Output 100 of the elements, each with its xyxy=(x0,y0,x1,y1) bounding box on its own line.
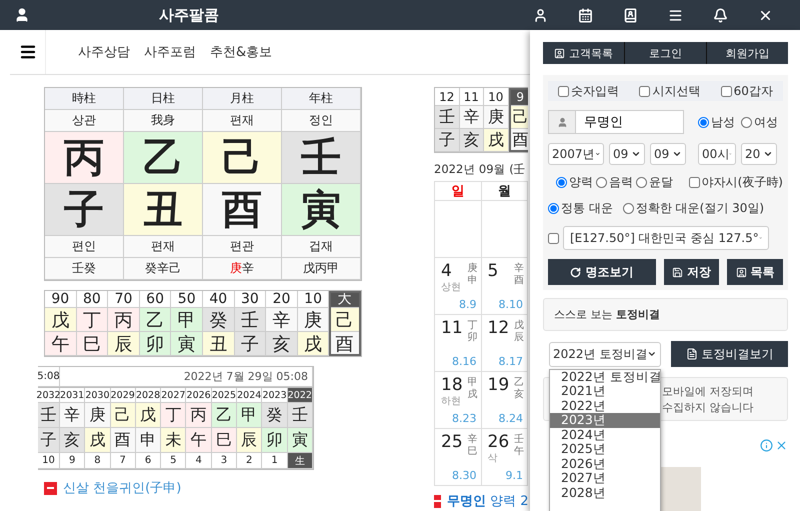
moon-phase: 삭 xyxy=(488,452,498,465)
top-button[interactable]: 고객목록 xyxy=(543,42,624,64)
table-cell: 상관 xyxy=(45,110,124,132)
moon-phase: 상현 xyxy=(441,281,461,294)
checkbox[interactable] xyxy=(639,86,650,96)
checkbox[interactable] xyxy=(548,232,559,244)
day-number[interactable]: 25 xyxy=(441,433,463,451)
collapse-icon[interactable] xyxy=(434,494,441,508)
table-cell: 辛 xyxy=(60,403,86,428)
ganji-text: 乙亥 xyxy=(514,377,524,401)
table-cell: 10 xyxy=(484,88,508,106)
day-number[interactable]: 26 xyxy=(488,433,510,451)
calendar-icon[interactable] xyxy=(578,8,593,22)
table-cell: 80 xyxy=(76,291,108,308)
radio-button[interactable] xyxy=(636,177,647,188)
day-number[interactable]: 12 xyxy=(488,319,510,337)
day-number[interactable]: 5 xyxy=(488,262,498,280)
lunar-date: 9.1 xyxy=(506,469,523,482)
location-select[interactable]: [E127.50°] 대한민국 중심 127.5° xyxy=(563,226,769,250)
nav-link[interactable]: 사주상담 xyxy=(78,43,130,61)
table-cell: 未 xyxy=(161,428,186,453)
date-select[interactable]: 00시 xyxy=(698,143,736,165)
ganji-text: 庚申 xyxy=(468,263,478,287)
radio-button[interactable] xyxy=(596,177,607,188)
menu-icon xyxy=(18,43,36,61)
checkbox-label: 60갑자 xyxy=(734,82,773,100)
action-button[interactable]: 목록 xyxy=(727,259,783,285)
user-icon[interactable] xyxy=(14,7,30,23)
radio-button[interactable] xyxy=(556,177,567,188)
info-icon[interactable] xyxy=(760,439,773,452)
table-cell: 2027 xyxy=(161,388,186,403)
nav-link[interactable]: 추천&홍보 xyxy=(210,43,272,61)
table-cell: 10 xyxy=(38,453,60,469)
nav-link[interactable]: 사주포럼 xyxy=(144,43,196,61)
action-button[interactable]: 저장 xyxy=(664,259,720,285)
table-cell: 5:08 xyxy=(38,367,60,387)
user-icon[interactable] xyxy=(533,8,548,22)
checkbox[interactable] xyxy=(558,86,570,96)
table-cell: 戊 xyxy=(45,308,77,332)
table-cell: 大 xyxy=(329,291,361,308)
table-cell: 辰 xyxy=(237,428,262,453)
table-cell: 己 xyxy=(329,308,361,332)
day-number[interactable]: 4 xyxy=(441,262,452,280)
chevron-down-icon xyxy=(631,149,641,159)
radio-button[interactable] xyxy=(698,116,709,128)
radio-button[interactable] xyxy=(548,203,559,214)
menu-icon[interactable] xyxy=(668,8,683,22)
day-number[interactable]: 11 xyxy=(441,319,463,337)
name-field[interactable]: 무명인 xyxy=(575,110,684,134)
table-cell: 60 xyxy=(140,291,172,308)
collapse-icon[interactable] xyxy=(44,482,57,494)
checkbox[interactable] xyxy=(720,86,732,96)
table-cell: 庚辛 xyxy=(203,258,282,280)
checkbox[interactable] xyxy=(688,177,700,188)
dropdown-option[interactable]: 2022년 xyxy=(550,398,660,413)
table-cell: 甲 xyxy=(237,403,262,428)
dropdown-option[interactable]: 2021년 xyxy=(550,384,660,398)
column-header: 年柱 xyxy=(282,88,361,110)
day-number[interactable]: 18 xyxy=(441,376,463,394)
dropdown-option[interactable]: 2028년 xyxy=(550,486,660,500)
weekday-header: 월 xyxy=(482,182,528,201)
moon-phase: 하현 xyxy=(441,395,461,408)
table-cell: 酉 xyxy=(508,129,528,152)
table-cell: 2032 xyxy=(38,388,60,403)
dropdown-option[interactable]: 2025년 xyxy=(550,442,660,456)
table-cell: 戌 xyxy=(85,428,111,453)
table-cell: 子 xyxy=(435,129,460,152)
top-button[interactable]: 회원가입 xyxy=(707,42,788,64)
date-select[interactable]: 2007년 xyxy=(548,143,604,165)
table-cell: 甲 xyxy=(171,308,203,332)
table-cell: 子 xyxy=(234,332,266,356)
site-title: 사주팔콤 xyxy=(158,6,220,24)
dropdown-option[interactable]: 2022년 토정비결 xyxy=(550,370,660,384)
bell-icon[interactable] xyxy=(713,8,728,22)
contact-icon xyxy=(554,48,565,58)
date-select[interactable]: 09 xyxy=(609,143,645,165)
action-button[interactable]: 명조보기 xyxy=(548,259,656,285)
table-cell: 20 xyxy=(266,291,298,308)
branch-cell: 子 xyxy=(45,184,124,236)
year-select[interactable]: 2022년 토정비결 xyxy=(549,342,661,366)
dropdown-option[interactable]: 2024년 xyxy=(550,428,660,442)
dropdown-option[interactable]: 2027년 xyxy=(550,471,660,486)
table-cell: 2028 xyxy=(136,388,162,403)
table-cell: 巳 xyxy=(212,428,238,453)
stem-cell: 壬 xyxy=(282,132,361,184)
date-select[interactable]: 09 xyxy=(650,143,686,165)
radio-button[interactable] xyxy=(741,116,752,128)
table-cell: 乙 xyxy=(212,403,238,428)
dropdown-option[interactable]: 2026년 xyxy=(550,456,660,471)
ganji-text: 辛巳 xyxy=(468,434,478,458)
radio-button[interactable] xyxy=(622,203,634,214)
dropdown-option[interactable]: 2023년 xyxy=(550,413,660,428)
contact-book-icon[interactable] xyxy=(623,8,638,22)
top-button[interactable]: 로그인 xyxy=(625,42,706,64)
tojeong-button[interactable]: 토정비결보기 xyxy=(671,341,788,367)
chevron-down-icon xyxy=(647,349,657,359)
table-cell: 癸 xyxy=(203,308,235,332)
day-number[interactable]: 19 xyxy=(488,376,510,394)
date-select[interactable]: 20 xyxy=(741,143,777,165)
table-cell: 申 xyxy=(136,428,162,453)
